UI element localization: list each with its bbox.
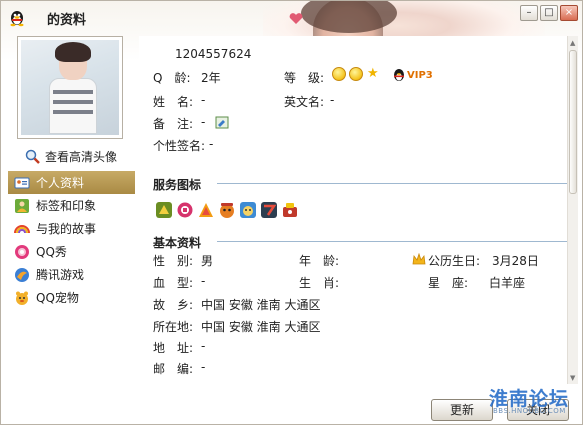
view-hd-avatar-link[interactable]: 查看高清头像: [25, 148, 117, 165]
nav-item-tags[interactable]: 标签和印象: [8, 194, 135, 217]
nav-label: 个人资料: [36, 176, 85, 190]
blood-type-value: -: [201, 274, 206, 288]
service-icon-2[interactable]: [176, 201, 194, 219]
service-section-title: 服务图标: [153, 178, 202, 192]
gender-value: 男: [201, 254, 214, 268]
birthday-label: 公历生日:: [428, 254, 481, 268]
constellation-value: 白羊座: [489, 276, 526, 290]
nav-label: 与我的故事: [36, 222, 97, 236]
pet-icon: [16, 291, 28, 305]
rainbow-icon: [14, 224, 30, 233]
note-value: -: [201, 115, 206, 129]
english-name-label: 英文名:: [284, 95, 325, 109]
blood-type-label: 血 型:: [153, 276, 194, 290]
service-icon-1[interactable]: [155, 201, 173, 219]
view-hd-avatar-label: 查看高清头像: [45, 150, 118, 164]
vip-badge: VIP3: [407, 70, 433, 81]
level-sun-icon: [349, 67, 363, 81]
heart-icon: [289, 13, 303, 24]
scroll-down-icon[interactable]: ▼: [570, 374, 575, 382]
english-name-value: -: [330, 93, 335, 107]
refresh-button[interactable]: 更新: [431, 399, 493, 421]
nav-item-qqshow[interactable]: QQ秀: [8, 240, 135, 263]
qq-show-icon: [15, 244, 29, 259]
profile-content: 1204557624 Q 龄: 2年 等 级: ★ VIP3 姓 名: - 英文…: [139, 36, 577, 384]
title-bar: 的资料 – □ ×: [1, 1, 582, 63]
section-divider: [217, 183, 569, 184]
birthday-value: 3月28日: [492, 254, 539, 268]
vertical-scrollbar[interactable]: ▲ ▼: [567, 36, 578, 384]
service-icon-7[interactable]: [281, 201, 299, 219]
nav-label: QQ宠物: [36, 291, 79, 305]
name-value: -: [201, 93, 206, 107]
level-sun-icon: [332, 67, 346, 81]
nav-item-pet[interactable]: QQ宠物: [8, 286, 135, 309]
profile-card-icon: [14, 177, 30, 188]
nav-label: 腾讯游戏: [36, 268, 85, 282]
window-title: 的资料: [47, 13, 87, 28]
scroll-up-icon[interactable]: ▲: [570, 39, 575, 47]
nav-item-story[interactable]: 与我的故事: [8, 217, 135, 240]
level-star-icon: ★: [367, 66, 379, 81]
signature-value: -: [209, 137, 214, 151]
service-icon-6[interactable]: [260, 201, 278, 219]
constellation-label: 星 座:: [428, 276, 469, 290]
nav-label: QQ秀: [36, 245, 67, 259]
crown-icon: [412, 253, 426, 265]
scrollbar-thumb[interactable]: [569, 50, 577, 194]
hometown-label: 故 乡:: [153, 298, 194, 312]
location-label: 所在地:: [153, 320, 194, 334]
qage-label: Q 龄:: [153, 71, 191, 85]
vip-penguin-icon: [394, 69, 404, 81]
minimize-button[interactable]: –: [520, 5, 538, 21]
avatar[interactable]: [17, 36, 123, 139]
nav-item-profile[interactable]: 个人资料: [8, 171, 135, 194]
qq-number: 1204557624: [175, 47, 252, 61]
side-nav: 个人资料 标签和印象 与我的故事 QQ秀 腾讯游戏 QQ宠物: [8, 171, 135, 309]
level-label: 等 级:: [284, 71, 325, 85]
zodiac-label: 生 肖:: [299, 276, 340, 290]
postcode-value: -: [201, 360, 206, 374]
service-icon-4[interactable]: [218, 201, 236, 219]
magnifier-icon: [25, 149, 40, 164]
profile-window: 的资料 – □ × 查看高清头像 个人资料 标签和印象 与我的故事 QQ秀 腾讯…: [0, 0, 583, 425]
service-icon-5[interactable]: [239, 201, 257, 219]
age-label: 年 龄:: [299, 254, 340, 268]
qq-penguin-icon: [10, 11, 24, 27]
edit-note-icon[interactable]: [215, 116, 229, 129]
location-value: 中国 安徽 淮南 大通区: [201, 320, 321, 334]
address-label: 地 址:: [153, 341, 194, 355]
section-divider: [217, 241, 569, 242]
tag-person-icon: [15, 198, 29, 213]
address-value: -: [201, 339, 206, 353]
gender-label: 性 别:: [153, 254, 194, 268]
service-icon-3[interactable]: [197, 201, 215, 219]
postcode-label: 邮 编:: [153, 362, 194, 376]
maximize-button[interactable]: □: [540, 5, 558, 21]
nav-label: 标签和印象: [36, 199, 97, 213]
avatar-photo: [21, 40, 119, 135]
note-label: 备 注:: [153, 117, 194, 131]
game-icon: [15, 267, 29, 282]
window-controls: – □ ×: [520, 5, 578, 21]
watermark-url: BBS.HNOUBO.COM: [493, 407, 566, 415]
qage-value: 2年: [201, 71, 221, 85]
close-window-button[interactable]: ×: [560, 5, 578, 21]
name-label: 姓 名:: [153, 95, 194, 109]
basic-section-title: 基本资料: [153, 236, 202, 250]
signature-label: 个性签名:: [153, 139, 206, 153]
nav-item-games[interactable]: 腾讯游戏: [8, 263, 135, 286]
hometown-value: 中国 安徽 淮南 大通区: [201, 298, 321, 312]
